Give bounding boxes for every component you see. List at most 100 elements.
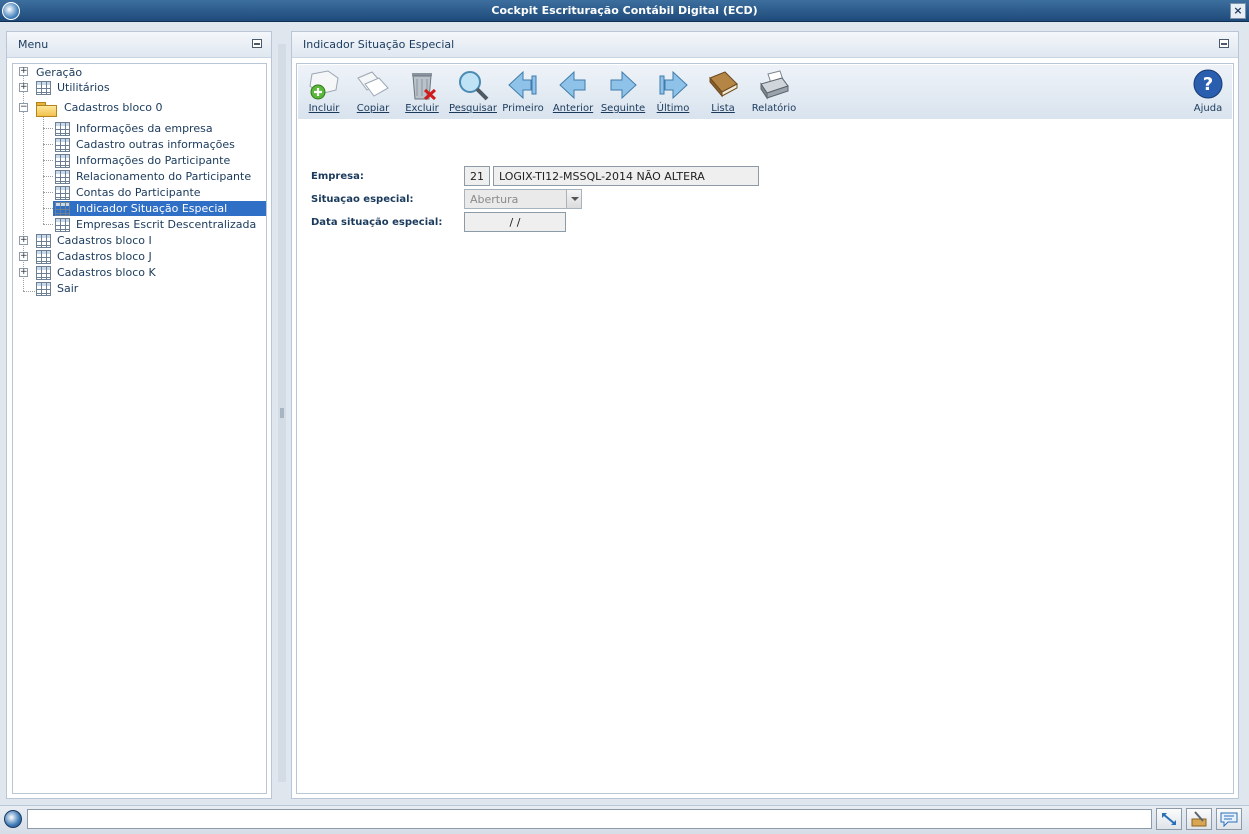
- app-icon: [2, 2, 20, 20]
- copy-icon: [357, 71, 389, 97]
- chevron-down-icon[interactable]: [566, 190, 581, 208]
- situacao-especial-label: Situaçao especial:: [311, 194, 414, 205]
- expand-icon-utilitarios[interactable]: +: [19, 83, 28, 92]
- menu-item-label: Indicador Situação Especial: [76, 202, 228, 215]
- menu-item-label: Sair: [57, 282, 79, 295]
- menu-item-indicador-situacao-especial[interactable]: Indicador Situação Especial: [53, 201, 266, 216]
- seguinte-button[interactable]: Seguinte: [599, 68, 647, 118]
- next-arrow-icon: [610, 70, 637, 100]
- grid-icon: [36, 265, 51, 280]
- excluir-button[interactable]: Excluir: [398, 68, 446, 118]
- grid-icon: [55, 201, 70, 216]
- menu-item-label: Cadastro outras informações: [76, 138, 235, 151]
- menu-panel: Menu + Geração + Utilitários − Cadastros…: [6, 31, 272, 799]
- trash-icon: [412, 73, 437, 101]
- menu-item-contas-participante[interactable]: Contas do Participante: [55, 185, 201, 200]
- menu-item-informacoes-empresa[interactable]: Informações da empresa: [55, 121, 213, 136]
- menu-item-label: Cadastros bloco 0: [64, 101, 163, 114]
- expand-icon-cadastros-bloco-i[interactable]: +: [19, 236, 28, 245]
- menu-item-utilitarios[interactable]: Utilitários: [36, 80, 110, 95]
- menu-item-label: Informações do Participante: [76, 154, 231, 167]
- grid-icon: [36, 249, 51, 264]
- menu-title: Menu: [18, 38, 49, 51]
- expand-icon-cadastros-bloco-k[interactable]: +: [19, 268, 28, 277]
- panel-splitter[interactable]: [278, 44, 286, 782]
- add-document-icon: [309, 70, 339, 100]
- help-icon: ?: [1193, 69, 1223, 99]
- menu-item-label: Cadastros bloco I: [57, 234, 152, 247]
- book-icon: [709, 71, 738, 98]
- chat-icon: [1220, 812, 1238, 828]
- primeiro-label: Primeiro: [502, 103, 544, 114]
- menu-panel-header: Menu: [7, 32, 271, 58]
- pesquisar-label: Pesquisar: [449, 103, 497, 114]
- search-icon: [459, 71, 489, 101]
- anterior-label: Anterior: [552, 103, 594, 114]
- window-title: Cockpit Escrituração Contábil Digital (E…: [491, 4, 758, 17]
- collapse-icon-cadastros-bloco-0[interactable]: −: [19, 103, 28, 112]
- menu-item-geracao[interactable]: Geração: [36, 65, 82, 80]
- menu-item-label: Contas do Participante: [76, 186, 201, 199]
- grid-icon: [36, 233, 51, 248]
- grid-icon: [55, 185, 70, 200]
- situacao-especial-value: Abertura: [470, 192, 519, 206]
- menu-item-relacionamento-participante[interactable]: Relacionamento do Participante: [55, 169, 251, 184]
- anterior-button[interactable]: Anterior: [549, 68, 597, 118]
- lista-label: Lista: [711, 103, 735, 114]
- config-button[interactable]: [1186, 808, 1212, 830]
- copiar-button[interactable]: Copiar: [349, 68, 397, 118]
- lista-button[interactable]: Lista: [699, 68, 747, 118]
- last-record-icon: [659, 70, 688, 100]
- menu-item-empresas-escrit-descentralizada[interactable]: Empresas Escrit Descentralizada: [55, 217, 256, 232]
- situacao-especial-select[interactable]: Abertura: [464, 189, 582, 209]
- status-bar: [0, 805, 1249, 834]
- empresa-name-field[interactable]: LOGIX-TI12-MSSQL-2014 NÃO ALTERA: [493, 166, 759, 186]
- link-arrow-icon: [1162, 813, 1176, 825]
- menu-item-label: Empresas Escrit Descentralizada: [76, 218, 257, 231]
- relatorio-button[interactable]: Relatório: [750, 68, 798, 118]
- pesquisar-button[interactable]: Pesquisar: [449, 68, 497, 118]
- menu-item-cadastros-bloco-i[interactable]: Cadastros bloco I: [36, 233, 152, 248]
- primeiro-button[interactable]: Primeiro: [499, 68, 547, 118]
- close-button[interactable]: ×: [1230, 3, 1246, 19]
- globe-icon[interactable]: [4, 810, 22, 828]
- menu-item-cadastros-bloco-k[interactable]: Cadastros bloco K: [36, 265, 156, 280]
- menu-tree: + Geração + Utilitários − Cadastros bloc…: [12, 63, 267, 794]
- previous-arrow-icon: [559, 70, 586, 100]
- grid-icon: [55, 169, 70, 184]
- excluir-label: Excluir: [405, 103, 439, 114]
- menu-item-cadastros-bloco-0[interactable]: Cadastros bloco 0: [36, 100, 163, 117]
- expand-icon-geracao[interactable]: +: [19, 67, 28, 76]
- seguinte-label: Seguinte: [600, 103, 646, 114]
- empresa-label: Empresa:: [311, 171, 364, 182]
- incluir-button[interactable]: Incluir: [300, 68, 348, 118]
- menu-item-label: Informações da empresa: [76, 122, 213, 135]
- menu-item-cadastros-bloco-j[interactable]: Cadastros bloco J: [36, 249, 152, 264]
- svg-text:?: ?: [1203, 74, 1213, 95]
- menu-item-cadastro-outras-informacoes[interactable]: Cadastro outras informações: [55, 137, 235, 152]
- ajuda-label: Ajuda: [1193, 103, 1223, 114]
- expand-icon-cadastros-bloco-j[interactable]: +: [19, 252, 28, 261]
- menu-item-label: Utilitários: [57, 81, 110, 94]
- empresa-code-field[interactable]: 21: [464, 166, 490, 186]
- data-situacao-especial-field[interactable]: / /: [464, 212, 566, 232]
- main-title: Indicador Situação Especial: [303, 38, 455, 51]
- printer-icon: [760, 70, 789, 100]
- menu-item-informacoes-participante[interactable]: Informações do Participante: [55, 153, 230, 168]
- minimize-icon[interactable]: [252, 39, 262, 48]
- grid-icon: [36, 80, 51, 95]
- ajuda-button[interactable]: ? Ajuda: [1184, 68, 1232, 118]
- ultimo-button[interactable]: Último: [649, 68, 697, 118]
- message-button[interactable]: [1216, 808, 1242, 830]
- grid-icon: [36, 281, 51, 296]
- ultimo-label: Último: [656, 103, 690, 114]
- form-area: Incluir Copiar Excluir Pesquisar Primeir…: [296, 63, 1234, 794]
- menu-item-sair[interactable]: Sair: [36, 281, 78, 296]
- menu-item-label: Cadastros bloco K: [57, 266, 156, 279]
- minimize-icon[interactable]: [1219, 39, 1229, 48]
- status-message-field: [27, 809, 1152, 829]
- relatorio-label: Relatório: [751, 103, 797, 114]
- shortcut-button[interactable]: [1156, 808, 1182, 830]
- data-situacao-especial-label: Data situação especial:: [311, 217, 443, 228]
- window-titlebar: Cockpit Escrituração Contábil Digital (E…: [0, 0, 1249, 22]
